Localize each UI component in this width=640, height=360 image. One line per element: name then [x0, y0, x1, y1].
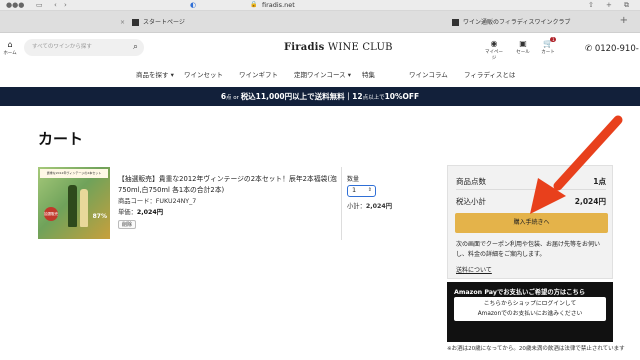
nav-item-wine-gift[interactable]: ワインギフト: [239, 69, 278, 79]
tag-icon: ▣: [519, 39, 527, 48]
phone-text: 0120-910-: [594, 44, 639, 54]
favicon-icon: [132, 19, 139, 26]
wine-bottle-icon: [68, 185, 77, 227]
site-header: ⌂ ホーム すべてのワインから探す ⌕ Firadis WINE CLUB ◉ …: [0, 34, 640, 64]
new-tab-icon[interactable]: +: [606, 1, 612, 9]
tab-bar: × スタートページ ワイン通販のフィラディスワインクラブ +: [0, 11, 640, 33]
close-icon[interactable]: ×: [120, 15, 125, 30]
search-placeholder: すべてのワインから探す: [32, 44, 92, 50]
wine-bottle-icon: [80, 189, 88, 227]
banner-amount: 税込11,000円以上で送料無料: [240, 92, 345, 101]
tab-start-page[interactable]: × スタートページ: [120, 15, 185, 30]
shipping-info-link[interactable]: 送料について: [456, 265, 492, 274]
item-count-row: 商品点数 1点: [456, 176, 606, 187]
shipping-banner[interactable]: 6点 or 税込11,000円以上で送料無料｜12点以上で10%OFF: [0, 87, 640, 106]
sale-button[interactable]: ▣ セール: [512, 39, 534, 55]
age-notice: ※お酒は20歳になってから。20歳未満の飲酒は法律で禁止されています: [447, 346, 625, 352]
cart-label: カート: [541, 50, 555, 55]
delete-button[interactable]: 削除: [118, 220, 137, 229]
total-label: 税込小計: [456, 197, 486, 206]
subtotal-label: 小計：: [347, 203, 366, 210]
tab-label: ワイン通販のフィラディスワインクラブ: [463, 19, 571, 26]
total-value: 2,024円: [574, 197, 606, 206]
nav-item-wine-column[interactable]: ワインコラム: [409, 69, 448, 79]
sale-label: セール: [516, 50, 530, 55]
logo-suffix: WINE CLUB: [327, 42, 393, 53]
home-button[interactable]: ⌂ ホーム: [2, 40, 18, 56]
subtotal-value: 2,024円: [365, 203, 393, 210]
favicon-icon: [452, 19, 459, 26]
product-unit-price: 単価：2,024円: [118, 207, 163, 216]
search-input[interactable]: すべてのワインから探す ⌕: [24, 39, 144, 56]
checkout-note: 次の画面でクーポン利用や包装、お届け先等をお伺いし、料金の詳細をご案内します。: [456, 241, 601, 258]
divider: [341, 167, 342, 240]
product-image-percent: 87%: [92, 213, 107, 220]
order-summary: 商品点数 1点 税込小計 2,024円 購入手続きへ 次の画面でクーポン利用や包…: [447, 165, 613, 279]
banner-unit-2: 点以上で: [362, 95, 385, 101]
window-controls[interactable]: ●●●: [6, 1, 24, 9]
banner-discount: 10%OFF: [384, 92, 420, 101]
tabs-overview-icon[interactable]: ⧉: [624, 1, 629, 10]
cart-count-badge: 1: [550, 37, 556, 42]
product-name[interactable]: 【抽選販売】貴重な2012年ヴィンテージの2本セット！辰年2本福袋(泡750ml…: [118, 174, 338, 195]
amazon-pay-line-2: Amazonでのお支払いにお進みください: [477, 311, 583, 317]
back-icon[interactable]: ‹: [54, 1, 57, 9]
line-subtotal: 小計：2,024円: [347, 201, 392, 210]
amazon-pay-button[interactable]: こちらからショップにログインして Amazonでのお支払いにお進みください: [454, 297, 606, 321]
quantity-label: 数量: [347, 176, 360, 183]
search-icon[interactable]: ⌕: [133, 39, 138, 56]
sidebar-toggle-icon[interactable]: ▭: [36, 1, 43, 9]
share-icon[interactable]: ⇧: [588, 1, 594, 9]
product-code: 商品コード：FUKU24NY_7: [118, 198, 197, 205]
page-title: カート: [38, 130, 84, 148]
logo-brand: Firadis: [284, 42, 325, 53]
home-label: ホーム: [3, 51, 17, 56]
checkout-button[interactable]: 購入手続きへ: [455, 213, 608, 233]
shield-icon: ◐: [190, 1, 197, 9]
lottery-badge: 抽選販売: [44, 207, 58, 221]
total-row: 税込小計 2,024円: [456, 196, 606, 207]
home-icon: ⌂: [7, 40, 13, 49]
url-field[interactable]: firadis.net: [262, 1, 295, 9]
nav-item-about[interactable]: フィラディスとは: [464, 69, 515, 79]
lock-icon: 🔒: [250, 1, 258, 8]
banner-count-2: 12: [352, 92, 363, 101]
divider: [456, 189, 606, 190]
mypage-label: マイページ: [485, 50, 503, 61]
item-count-label: 商品点数: [456, 177, 486, 186]
nav-item-wine-set[interactable]: ワインセット: [184, 69, 223, 79]
product-image-header: 貴重な2012年ヴィンテージの2本セット: [40, 169, 108, 178]
unit-price-label: 単価：: [118, 209, 137, 216]
item-count-value: 1点: [593, 177, 606, 186]
main-nav: 商品を探す ▾ ワインセット ワインギフト 定期ワインコース ▾ 特集 ワインコ…: [0, 64, 640, 84]
nav-item-search-products[interactable]: 商品を探す ▾: [136, 69, 174, 79]
quantity-select[interactable]: 1 ⇕: [347, 185, 376, 197]
nav-item-subscription[interactable]: 定期ワインコース ▾: [294, 69, 351, 79]
product-image[interactable]: 貴重な2012年ヴィンテージの2本セット 抽選販売 87%: [38, 167, 110, 239]
user-icon: ◉: [490, 39, 498, 48]
tab-label: スタートページ: [143, 19, 185, 26]
amazon-pay-box: Amazon Payでお支払いご希望の方はこちら こちらからショップにログインし…: [447, 282, 613, 342]
unit-price-value: 2,024円: [136, 209, 164, 216]
stepper-icon: ⇕: [367, 187, 372, 193]
quantity-value: 1: [352, 186, 357, 194]
banner-or: or: [231, 95, 241, 101]
add-tab-icon[interactable]: +: [620, 15, 628, 26]
tab-firadis[interactable]: ワイン通販のフィラディスワインクラブ: [452, 15, 570, 30]
browser-toolbar: ●●● ▭ ‹ › ◐ 🔒 firadis.net ⇧ + ⧉: [0, 0, 640, 11]
site-logo[interactable]: Firadis WINE CLUB: [284, 42, 393, 53]
phone-icon: ✆: [585, 44, 593, 54]
amazon-pay-title: Amazon Payでお支払いご希望の方はこちら: [454, 289, 586, 296]
nav-item-feature[interactable]: 特集: [362, 69, 375, 79]
forward-icon[interactable]: ›: [64, 1, 67, 9]
mypage-button[interactable]: ◉ マイページ: [483, 39, 505, 61]
amazon-pay-line-1: こちらからショップにログインして: [483, 301, 577, 307]
phone-number[interactable]: ✆ 0120-910-: [585, 44, 639, 54]
cart-button[interactable]: 🛒 1 カート: [537, 37, 559, 55]
